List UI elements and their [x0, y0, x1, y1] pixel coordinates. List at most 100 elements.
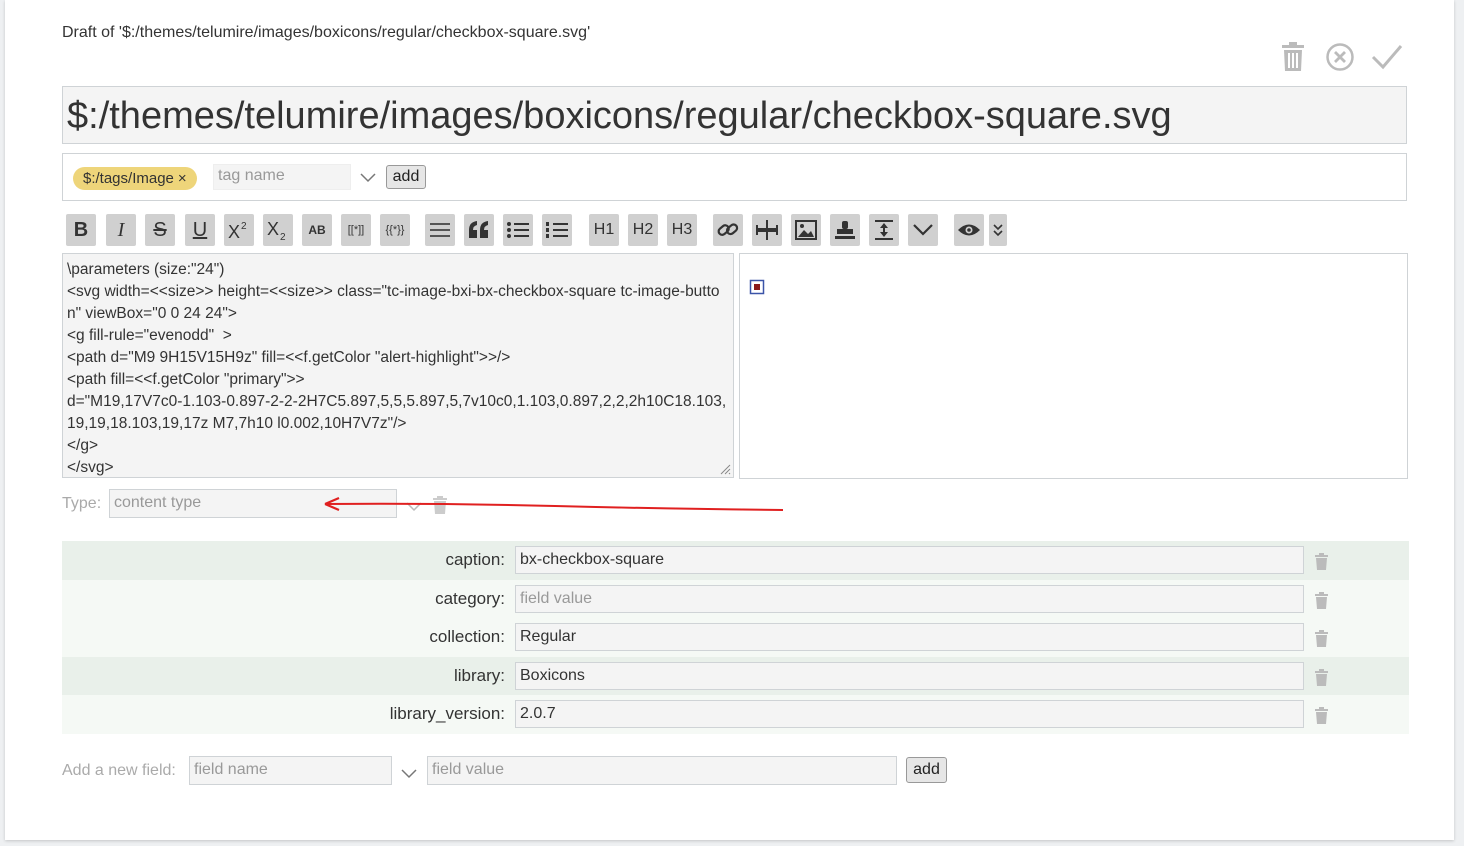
draft-title: Draft of '$:/themes/telumire/images/boxi…	[62, 24, 591, 41]
done-button[interactable]	[1369, 39, 1405, 75]
trash-icon[interactable]	[1315, 591, 1328, 609]
field-value-input[interactable]: bx-checkbox-square	[515, 546, 1304, 574]
tag-pill[interactable]: $:/tags/Image ×	[73, 167, 197, 190]
excise-icon	[875, 220, 893, 240]
trash-icon[interactable]	[1315, 630, 1328, 647]
stamp-icon	[835, 221, 855, 239]
cancel-button[interactable]	[1322, 39, 1358, 75]
tiddler-controls	[1275, 38, 1405, 76]
transclude-label: {{*}}	[385, 224, 405, 236]
delete-button[interactable]	[1275, 39, 1311, 75]
quote-icon	[469, 221, 488, 238]
trash-icon[interactable]	[1315, 707, 1328, 724]
superscript-icon: X2	[228, 221, 247, 240]
tag-name-input[interactable]: tag name	[213, 164, 351, 190]
type-label: Type:	[62, 495, 102, 512]
smallcaps-label: AB	[308, 223, 326, 237]
new-field-name-input[interactable]: field name	[189, 756, 392, 785]
wikilink-label: [[*]]	[347, 224, 365, 236]
editor-text: \parameters (size:"24") <svg width=<<siz…	[67, 261, 727, 476]
resize-handle-icon[interactable]	[719, 463, 731, 475]
underline-label: U	[192, 218, 208, 241]
heading-1-label: H1	[593, 221, 615, 238]
add-field-label: Add a new field:	[62, 762, 176, 779]
subscript-button[interactable]: X2	[263, 214, 293, 246]
excise-button[interactable]	[869, 214, 899, 246]
field-row: library: Boxicons	[62, 656, 1409, 695]
italic-button[interactable]: I	[106, 214, 136, 246]
link-icon	[717, 223, 739, 236]
svg-text:2: 2	[241, 221, 247, 232]
field-name: library_version:	[389, 704, 505, 723]
chevron-down-icon[interactable]	[359, 168, 377, 186]
add-field-button[interactable]: add	[906, 757, 947, 783]
chevron-down-icon[interactable]	[400, 764, 418, 782]
title-input[interactable]: $:/themes/telumire/images/boxicons/regul…	[62, 86, 1407, 144]
superscript-button[interactable]: X2	[224, 214, 254, 246]
strikethrough-button[interactable]: S	[145, 214, 175, 246]
monospace-block-button[interactable]	[425, 214, 455, 246]
heading-3-label: H3	[671, 221, 693, 238]
field-value-input[interactable]: 2.0.7	[515, 700, 1304, 728]
field-value-input[interactable]: field value	[515, 584, 1304, 613]
annotation-arrow	[324, 496, 784, 512]
smallcaps-button[interactable]: AB	[302, 214, 332, 246]
preview-toggle-button[interactable]	[954, 214, 984, 246]
svg-text:X: X	[228, 222, 240, 240]
field-value-input[interactable]: Regular	[515, 623, 1304, 651]
trash-icon[interactable]	[1315, 553, 1328, 570]
field-name: library:	[453, 665, 505, 685]
double-chevron-down-icon	[993, 224, 1003, 237]
numbered-list-button[interactable]	[542, 214, 572, 246]
bold-label: B	[73, 218, 89, 241]
checkbox-square-image	[749, 279, 765, 295]
stamp-button[interactable]	[830, 214, 860, 246]
eye-icon	[958, 224, 980, 236]
fields-table: caption: bx-checkbox-square category: fi…	[62, 541, 1409, 734]
underline-button[interactable]: U	[185, 214, 215, 246]
bullet-list-button[interactable]	[503, 214, 533, 246]
bold-button[interactable]: B	[66, 214, 96, 246]
image-button[interactable]	[791, 214, 821, 246]
cancel-icon	[1326, 43, 1354, 71]
trash-icon	[1282, 42, 1304, 71]
italic-label: I	[117, 218, 125, 241]
tags-editor: $:/tags/Image × tag name add	[62, 153, 1407, 201]
field-row: library_version: 2.0.7	[62, 695, 1409, 734]
transclude-icon	[756, 220, 778, 240]
heading-3-button[interactable]: H3	[667, 214, 697, 246]
quote-button[interactable]	[464, 214, 494, 246]
svg-text:2: 2	[280, 232, 286, 241]
tiddler-frame: Draft of '$:/themes/telumire/images/boxi…	[5, 0, 1454, 840]
heading-1-button[interactable]: H1	[589, 214, 619, 246]
preview-type-button[interactable]	[989, 214, 1007, 246]
monospace-icon	[430, 223, 450, 237]
wikilink-button[interactable]: [[*]]	[341, 214, 371, 246]
tag-remove-button[interactable]: ×	[178, 170, 187, 187]
heading-2-button[interactable]: H2	[628, 214, 658, 246]
numbered-list-icon	[546, 222, 568, 238]
preview-pane	[739, 253, 1408, 479]
chevron-down-icon	[913, 224, 933, 236]
linkify-button[interactable]	[752, 214, 782, 246]
strike-label: S	[153, 218, 167, 241]
transclude-button[interactable]: {{*}}	[380, 214, 410, 246]
field-value-input[interactable]: Boxicons	[515, 661, 1304, 690]
field-name: collection:	[429, 627, 505, 646]
field-name: category:	[435, 588, 505, 608]
trash-icon[interactable]	[1315, 668, 1328, 686]
text-editor[interactable]: \parameters (size:"24") <svg width=<<siz…	[62, 253, 734, 478]
field-row: collection: Regular	[62, 618, 1409, 657]
field-row: caption: bx-checkbox-square	[62, 541, 1409, 580]
image-icon	[795, 220, 817, 240]
heading-2-label: H2	[632, 221, 654, 238]
field-row: category: field value	[62, 579, 1409, 618]
svg-text:X: X	[267, 219, 279, 239]
tag-label: $:/tags/Image	[83, 170, 174, 187]
check-icon	[1371, 45, 1403, 70]
new-field-value-input[interactable]: field value	[427, 756, 897, 785]
link-button[interactable]	[713, 214, 743, 246]
field-name: caption:	[445, 550, 505, 569]
add-tag-button[interactable]: add	[386, 165, 426, 189]
more-button[interactable]	[908, 214, 938, 246]
